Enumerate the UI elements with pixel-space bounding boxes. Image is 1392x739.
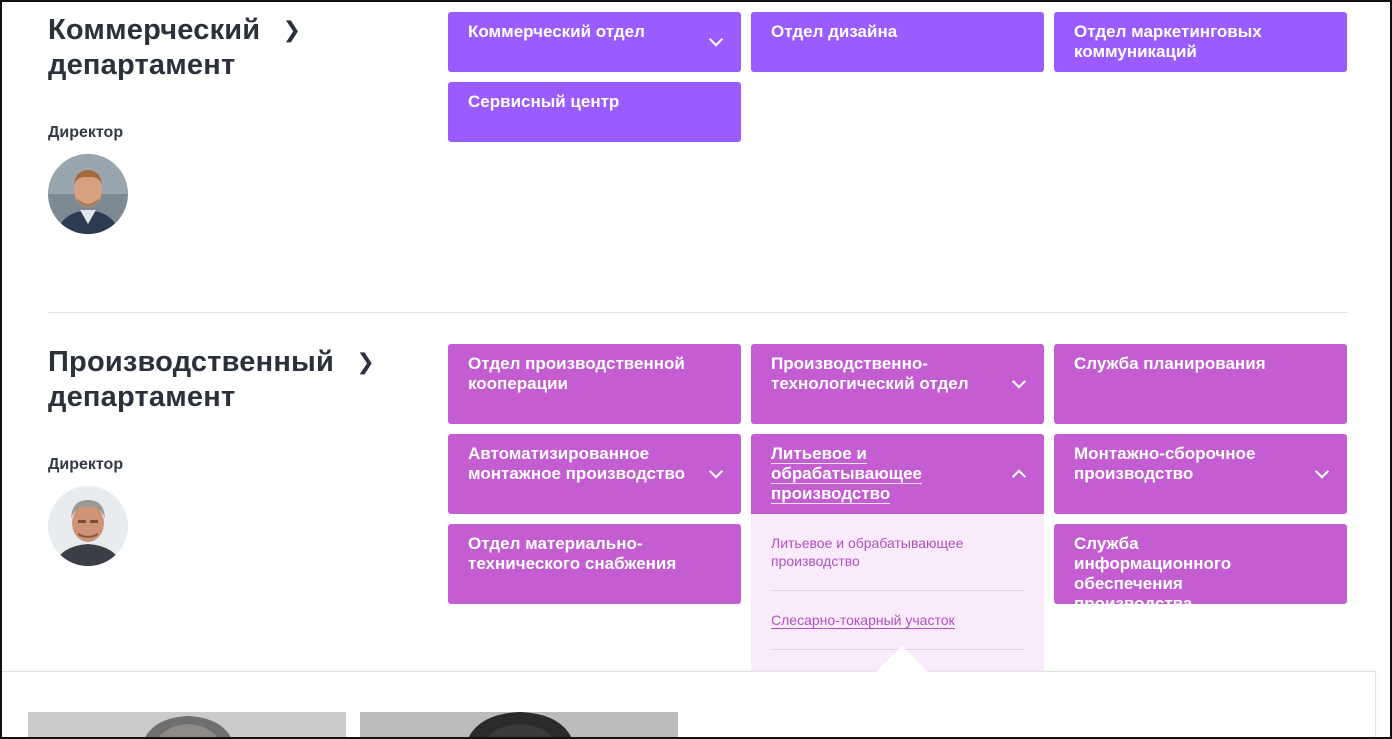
unit-label: Отдел маркетинговых коммуникаций [1074,22,1262,61]
director-label: Директор [48,124,124,141]
unit-label: Служба информационного обеспечения произ… [1074,534,1232,613]
commercial-department: Коммерческий ❯ департамент Директор Комм… [48,12,1348,292]
chevron-up-icon [1011,469,1027,484]
employee-photo[interactable] [28,712,346,739]
unit-card-planning-service[interactable]: Служба планирования [1054,344,1347,424]
unit-card-procurement[interactable]: Отдел материально-технического снабжения [448,524,741,604]
unit-label: Литьевое и обрабатывающее производство [771,444,922,504]
department-title-line2: департамент [48,49,236,81]
department-title-production[interactable]: Производственный ❯ департамент [48,344,408,415]
unit-card-automated-assembly[interactable]: Автоматизированное монтажное производств… [448,434,741,514]
department-title-line1: Коммерческий [48,14,261,46]
popup-pointer [876,646,928,672]
chevron-down-icon [1314,464,1330,479]
unit-card-production-cooperation[interactable]: Отдел производственной кооперации [448,344,741,424]
unit-card-assembly-production[interactable]: Монтажно-сборочное производство [1054,434,1347,514]
unit-label: Коммерческий отдел [468,22,645,41]
unit-card-commercial-dept[interactable]: Коммерческий отдел [448,12,741,72]
section-divider [48,312,1348,313]
chevron-down-icon [1011,374,1027,389]
department-title-line2: департамент [48,381,236,413]
chevron-down-icon [708,464,724,479]
department-title-line1: Производственный [48,346,335,378]
director-label: Директор [48,456,124,473]
unit-card-production-technology[interactable]: Производственно-технологический отдел [751,344,1044,424]
unit-label: Служба планирования [1074,354,1266,373]
unit-card-casting-machining[interactable]: Литьевое и обрабатывающее производство [751,434,1044,514]
unit-label: Отдел материально-технического снабжения [468,534,677,573]
unit-card-service-center[interactable]: Сервисный центр [448,82,741,142]
production-department: Производственный ❯ департамент Директор … [48,344,1348,674]
unit-card-marketing-dept[interactable]: Отдел маркетинговых коммуникаций [1054,12,1347,72]
chevron-right-icon: ❯ [356,349,375,374]
department-title-commercial[interactable]: Коммерческий ❯ департамент [48,12,408,83]
dropdown-item[interactable]: Слесарно-токарный участок [771,611,1024,650]
unit-label: Производственно-технологический отдел [771,354,969,393]
director-avatar[interactable] [48,154,128,234]
dropdown-item-label: Слесарно-токарный участок [771,612,955,629]
unit-label: Сервисный центр [468,92,620,111]
chevron-right-icon: ❯ [282,17,302,42]
director-avatar[interactable] [48,486,128,566]
unit-card-design-dept[interactable]: Отдел дизайна [751,12,1044,72]
employee-photo[interactable] [360,712,678,739]
dropdown-item-label: Литьевое и обрабатывающее производство [771,535,964,569]
unit-label: Отдел производственной кооперации [468,354,685,393]
unit-label: Автоматизированное монтажное производств… [468,444,685,483]
chevron-down-icon [708,32,724,47]
dropdown-item[interactable]: Литьевое и обрабатывающее производство [771,534,1024,591]
unit-label: Монтажно-сборочное производство [1074,444,1256,483]
unit-label: Отдел дизайна [771,22,898,41]
unit-card-information-service[interactable]: Служба информационного обеспечения произ… [1054,524,1347,613]
